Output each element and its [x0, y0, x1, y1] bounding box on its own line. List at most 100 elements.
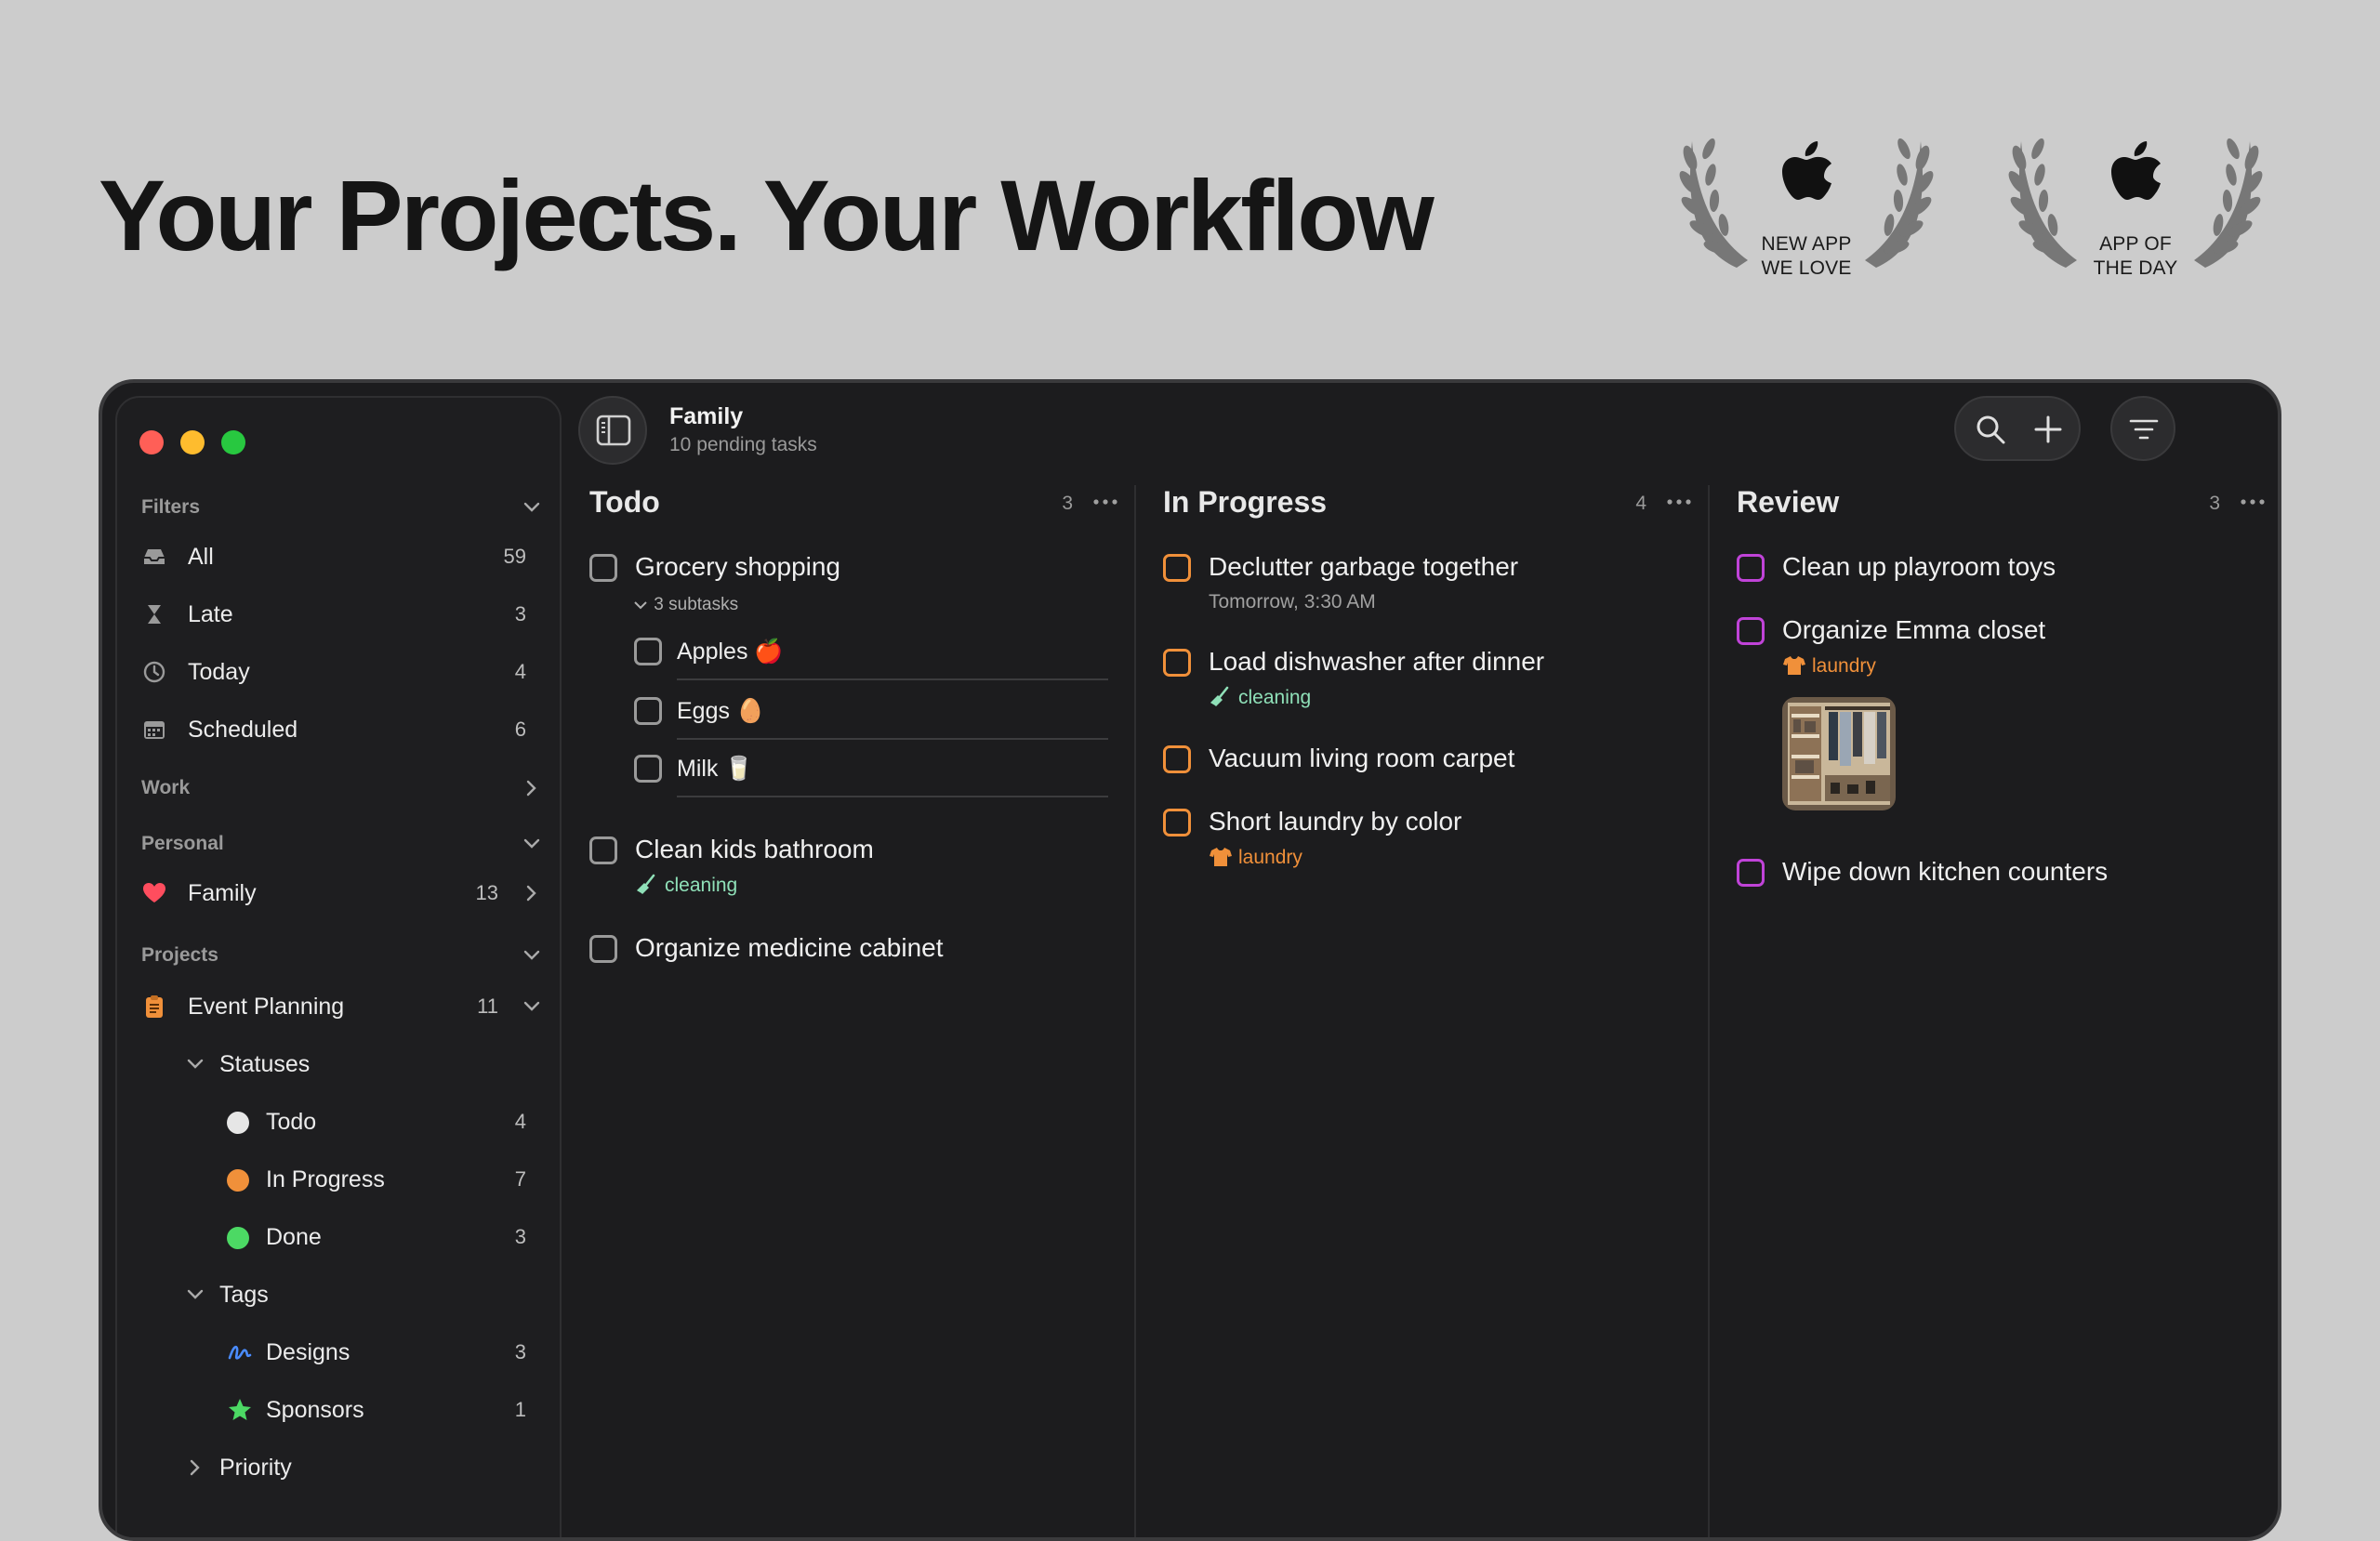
sidebar-item-family[interactable]: Family 13: [141, 866, 539, 920]
task-grocery-shopping[interactable]: Grocery shopping 3 subtasks Apples 🍎 Egg…: [589, 552, 1110, 833]
more-icon[interactable]: [1665, 491, 1693, 513]
search-icon[interactable]: [1975, 414, 2006, 445]
task-load-dishwasher[interactable]: Load dishwasher after dinner cleaning: [1163, 647, 1684, 714]
more-icon[interactable]: [1091, 491, 1119, 513]
list-title: Family: [669, 403, 744, 429]
task-checkbox[interactable]: [1737, 617, 1765, 645]
award-new-app-we-love: NEW APP WE LOVE: [1672, 130, 1941, 288]
sidebar-icon: [596, 415, 631, 446]
list-subtitle: 10 pending tasks: [669, 434, 817, 455]
chevron-right-icon: [190, 1459, 200, 1476]
column-count: 3: [2209, 493, 2220, 514]
add-icon[interactable]: [2032, 414, 2064, 445]
headline: Your Projects. Your Workflow: [99, 159, 1435, 271]
award-text: APP OF THE DAY: [2093, 233, 2178, 279]
subtask-eggs[interactable]: Eggs 🥚: [634, 682, 1108, 740]
task-wipe-kitchen-counters[interactable]: Wipe down kitchen counters: [1737, 857, 2257, 896]
sidebar-toggle-button[interactable]: [578, 396, 647, 465]
chevron-down-icon: [523, 950, 540, 960]
broom-icon: [637, 874, 655, 894]
sidebar-item-tag-sponsors[interactable]: Sponsors 1: [227, 1383, 539, 1437]
closet-photo-thumbnail[interactable]: [1782, 697, 1896, 810]
task-checkbox[interactable]: [1737, 554, 1765, 582]
broom-icon: [1210, 686, 1229, 706]
column-count: 4: [1635, 493, 1646, 514]
chevron-down-icon: [523, 838, 540, 849]
section-personal[interactable]: Personal: [141, 823, 540, 864]
sidebar-item-tag-designs[interactable]: Designs 3: [227, 1325, 539, 1379]
star-icon: [229, 1399, 251, 1420]
chevron-down-icon: [523, 502, 540, 512]
status-dot: [227, 1169, 249, 1192]
task-checkbox[interactable]: [589, 935, 617, 963]
task-checkbox[interactable]: [589, 836, 617, 864]
close-window-button[interactable]: [139, 430, 164, 454]
chevron-down-icon[interactable]: [519, 994, 545, 1020]
chevron-down-icon: [187, 1059, 204, 1069]
subtask-checkbox[interactable]: [634, 697, 662, 725]
due-date: Tomorrow, 3:30 AM: [1209, 591, 1376, 612]
column-title: In Progress: [1163, 485, 1328, 519]
chevron-down-icon: [187, 1289, 204, 1299]
filter-button[interactable]: [2110, 396, 2175, 461]
sidebar-item-status-done[interactable]: Done 3: [227, 1210, 539, 1264]
task-checkbox[interactable]: [1163, 649, 1191, 677]
task-organize-medicine-cabinet[interactable]: Organize medicine cabinet: [589, 933, 1110, 972]
clipboard-icon: [146, 995, 163, 1018]
app-window: Filters All 59 Late 3 Today 4 Scheduled …: [99, 379, 2281, 1541]
tshirt-icon: [1783, 656, 1805, 675]
sidebar: Filters All 59 Late 3 Today 4 Scheduled …: [115, 396, 562, 1537]
subtask-milk[interactable]: Milk 🥛: [634, 740, 1108, 797]
sidebar-item-all[interactable]: All 59: [141, 530, 539, 584]
sidebar-item-status-todo[interactable]: Todo 4: [227, 1095, 539, 1149]
subtask-apples[interactable]: Apples 🍎: [634, 623, 1108, 680]
subtask-checkbox[interactable]: [634, 755, 662, 783]
apple-logo-icon: [2111, 141, 2161, 200]
group-statuses[interactable]: Statuses: [182, 1037, 539, 1091]
heart-icon: [143, 883, 165, 902]
hourglass-icon: [148, 605, 161, 624]
section-projects[interactable]: Projects: [141, 935, 540, 976]
chevron-down-icon: [634, 601, 647, 610]
sidebar-item-status-in-progress[interactable]: In Progress 7: [227, 1152, 539, 1206]
task-checkbox[interactable]: [1163, 745, 1191, 773]
group-priority[interactable]: Priority: [182, 1441, 539, 1495]
column-title: Todo: [589, 485, 660, 519]
task-vacuum-living-room[interactable]: Vacuum living room carpet: [1163, 744, 1684, 783]
zoom-window-button[interactable]: [221, 430, 245, 454]
tray-icon: [144, 549, 165, 564]
clock-icon: [143, 661, 165, 683]
column-in-progress: In Progress 4 Declutter garbage together…: [1163, 485, 1712, 1537]
column-title: Review: [1737, 485, 1840, 519]
minimize-window-button[interactable]: [180, 430, 205, 454]
more-icon[interactable]: [2239, 491, 2267, 513]
task-checkbox[interactable]: [1163, 809, 1191, 836]
task-organize-emma-closet[interactable]: Organize Emma closet laundry: [1737, 615, 2257, 822]
chevron-right-icon[interactable]: [519, 880, 545, 906]
subtasks-toggle[interactable]: 3 subtasks: [632, 595, 738, 615]
group-tags[interactable]: Tags: [182, 1268, 539, 1322]
filter-lines-icon: [2129, 419, 2159, 440]
task-clean-kids-bathroom[interactable]: Clean kids bathroom cleaning: [589, 835, 1110, 911]
task-declutter-garbage[interactable]: Declutter garbage together Tomorrow, 3:3…: [1163, 552, 1684, 619]
section-filters[interactable]: Filters: [141, 487, 540, 528]
sidebar-item-scheduled[interactable]: Scheduled 6: [141, 703, 539, 757]
tshirt-icon: [1210, 848, 1232, 866]
column-review: Review 3 Clean up playroom toys Organize…: [1737, 485, 2278, 1537]
status-dot: [227, 1227, 249, 1249]
task-checkbox[interactable]: [1163, 554, 1191, 582]
chevron-right-icon: [526, 780, 536, 797]
sidebar-item-late[interactable]: Late 3: [141, 587, 539, 641]
task-clean-up-playroom[interactable]: Clean up playroom toys: [1737, 552, 2257, 591]
award-text: NEW APP WE LOVE: [1761, 233, 1852, 279]
task-short-laundry[interactable]: Short laundry by color laundry: [1163, 807, 1684, 874]
column-count: 3: [1062, 493, 1073, 514]
section-work[interactable]: Work: [141, 768, 539, 809]
task-checkbox[interactable]: [589, 554, 617, 582]
task-checkbox[interactable]: [1737, 859, 1765, 887]
calendar-icon: [144, 721, 165, 739]
sidebar-item-event-planning[interactable]: Event Planning 11: [141, 980, 540, 1034]
sidebar-item-today[interactable]: Today 4: [141, 645, 539, 699]
status-dot: [227, 1112, 249, 1134]
subtask-checkbox[interactable]: [634, 638, 662, 665]
